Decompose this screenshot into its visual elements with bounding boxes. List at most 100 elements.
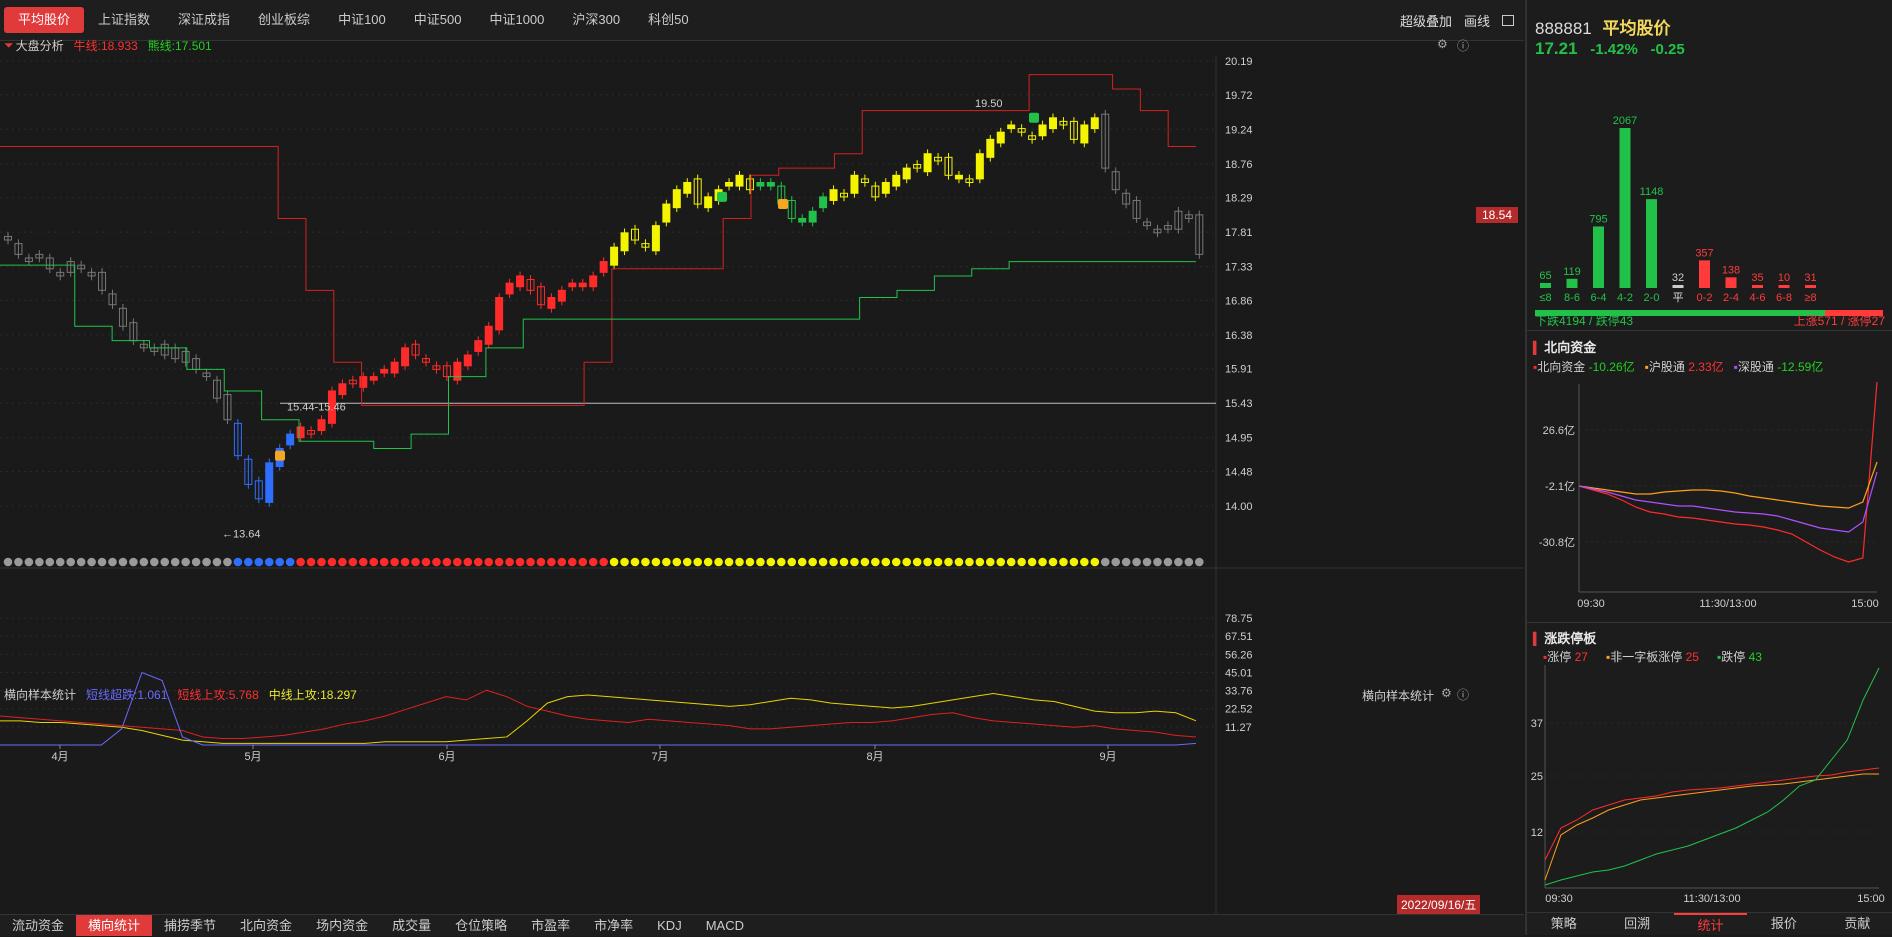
dist-label: 0-2 <box>1697 292 1713 304</box>
signal-dot <box>777 557 786 567</box>
tab-hs300[interactable]: 沪深300 <box>558 7 634 33</box>
price-tick: 14.48 <box>1225 466 1253 478</box>
dist-label: 2-0 <box>1644 292 1660 304</box>
north-title-row: ▍ 北向资金 <box>1533 340 1597 355</box>
collapse-icon[interactable]: ⏷ <box>4 38 14 53</box>
dist-bar <box>1752 285 1763 288</box>
dist-bar <box>1593 226 1604 288</box>
dist-label: ≤8 <box>1539 292 1551 304</box>
candle-body <box>986 138 995 158</box>
candle-body <box>819 196 828 209</box>
right-tab[interactable]: 报价 <box>1747 913 1820 935</box>
indicator-tab[interactable]: 捕捞季节 <box>152 915 228 936</box>
month-label: 7月 <box>651 751 668 763</box>
candle-body <box>495 297 504 331</box>
candle-body <box>568 282 577 288</box>
signal-dot <box>275 557 285 567</box>
indicator-tab[interactable]: KDJ <box>645 915 694 936</box>
tab-csi500[interactable]: 中证500 <box>400 7 476 33</box>
tab-csi100[interactable]: 中证100 <box>324 7 400 33</box>
price-tick: 15.43 <box>1225 398 1253 410</box>
month-label: 9月 <box>1099 751 1116 763</box>
dist-value: 138 <box>1722 264 1740 276</box>
sub-tick: 67.51 <box>1225 631 1253 643</box>
signal-dot <box>1100 557 1110 567</box>
kline-chart[interactable]: 20.19 19.72 19.24 18.76 18.29 17.81 17.33 16.86… <box>0 55 1524 915</box>
sub-settings-icon[interactable]: ⚙ <box>1441 686 1452 700</box>
price-tick: 16.86 <box>1225 295 1253 307</box>
tab-sz-index[interactable]: 深证成指 <box>164 7 244 33</box>
indicator-tab[interactable]: 流动资金 <box>0 915 76 936</box>
dist-value: 31 <box>1804 272 1816 284</box>
dist-label: 6-8 <box>1776 292 1792 304</box>
buy-signal-icon <box>275 450 285 461</box>
indicator-tab[interactable]: 场内资金 <box>304 915 380 936</box>
indicator-tab[interactable]: 北向资金 <box>228 915 304 936</box>
dist-value: 35 <box>1751 272 1763 284</box>
right-tab[interactable]: 策略 <box>1527 913 1600 935</box>
signal-dot <box>254 557 264 567</box>
signal-dot <box>954 557 964 567</box>
candle-body <box>892 174 901 187</box>
overlay-button[interactable]: 超级叠加 <box>1400 11 1452 30</box>
candle-body <box>359 376 368 388</box>
month-label: 4月 <box>51 751 68 763</box>
tab-star50[interactable]: 科创50 <box>634 7 702 33</box>
limit-updown-chart: 37 25 12 09:30 11:30/13:00 15:00 <box>1531 665 1885 905</box>
signal-dot <box>703 557 713 567</box>
candle-body <box>516 275 525 288</box>
signal-dot <box>693 557 702 567</box>
price-tick: 19.24 <box>1225 124 1253 136</box>
limit-up-line <box>1544 767 1880 861</box>
down-count: 下跌4194 / 跌停43 <box>1535 314 1634 328</box>
signal-dot <box>1069 557 1079 567</box>
indicator-tab[interactable]: 市净率 <box>582 915 645 936</box>
tab-sh-index[interactable]: 上证指数 <box>84 7 164 33</box>
right-tab[interactable]: 回溯 <box>1600 913 1673 935</box>
indicator-tab[interactable]: 成交量 <box>380 915 443 936</box>
sub-help-icon[interactable]: ⓘ <box>1457 686 1469 703</box>
draw-line-button[interactable]: 画线 <box>1464 11 1490 30</box>
signal-dot <box>14 557 23 567</box>
candle-body <box>902 167 911 180</box>
signal-dot <box>1132 557 1141 567</box>
tab-gem-index[interactable]: 创业板综 <box>244 7 324 33</box>
candle-body <box>286 433 295 446</box>
signal-dot <box>306 557 316 567</box>
signal-dot <box>1038 557 1047 567</box>
indicator-tab[interactable]: MACD <box>694 915 756 936</box>
indicator-tab[interactable]: 横向统计 <box>76 915 153 936</box>
signal-dot <box>871 557 880 567</box>
stock-header: 888881 平均股价 <box>1535 14 1670 39</box>
signal-dot <box>24 557 34 567</box>
signal-dot <box>651 557 661 567</box>
north-tick: 26.6亿 <box>1543 424 1575 437</box>
sub-legend-title: 横向样本统计 <box>4 687 77 702</box>
layout-icon[interactable] <box>1502 14 1514 26</box>
signal-dot <box>839 557 849 567</box>
sub-tick: 45.01 <box>1225 667 1253 679</box>
signal-dot <box>296 557 305 567</box>
right-tab[interactable]: 贡献 <box>1821 913 1892 935</box>
sub-tick: 33.76 <box>1225 686 1253 698</box>
right-tab-bar: 策略 回溯 统计 报价 贡献 <box>1527 912 1892 935</box>
help-icon[interactable]: ⓘ <box>1457 37 1469 54</box>
dist-value: 795 <box>1589 213 1607 225</box>
non-flat-limit-line <box>1544 773 1879 881</box>
signal-dot <box>1121 557 1131 567</box>
signal-dot <box>599 557 608 567</box>
settings-icon[interactable]: ⚙ <box>1437 37 1448 51</box>
tab-average-price[interactable]: 平均股价 <box>4 7 85 33</box>
indicator-tab[interactable]: 市盈率 <box>519 915 582 936</box>
right-tab[interactable]: 统计 <box>1673 913 1748 935</box>
tab-csi1000[interactable]: 中证1000 <box>475 7 558 33</box>
bull-line <box>0 74 1196 406</box>
candle-body <box>296 426 305 439</box>
candle-body <box>599 261 608 273</box>
limit-tick: 25 <box>1531 771 1543 783</box>
indicator-tab[interactable]: 仓位策略 <box>443 915 519 936</box>
signal-dot <box>317 557 326 567</box>
north-tick: -2.1亿 <box>1545 480 1575 493</box>
dist-value: 1148 <box>1640 186 1664 198</box>
candle-body <box>975 153 984 180</box>
